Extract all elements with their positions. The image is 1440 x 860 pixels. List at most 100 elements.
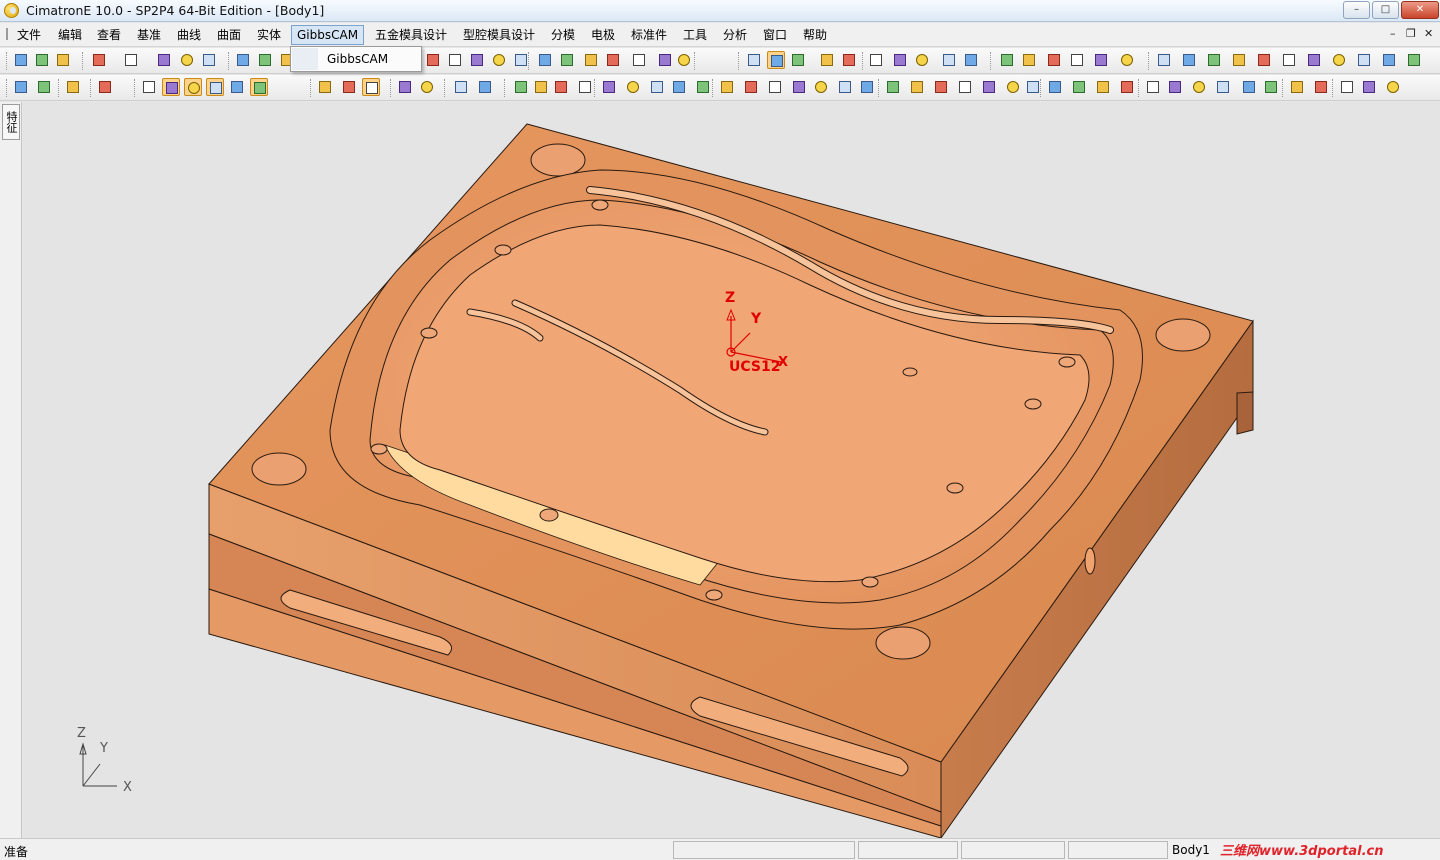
- tb1-tool-button[interactable]: [1355, 51, 1373, 69]
- menu-curve[interactable]: 曲线: [172, 25, 206, 45]
- tb2-tool-button[interactable]: [1338, 78, 1356, 96]
- tb2-tool-button[interactable]: [1144, 78, 1162, 96]
- tb2-tool-button[interactable]: [1070, 78, 1088, 96]
- menu-solid[interactable]: 实体: [252, 25, 286, 45]
- tb1-tool-button[interactable]: [818, 51, 836, 69]
- tb1-tool-button[interactable]: [913, 51, 931, 69]
- tb1-tool-button[interactable]: [867, 51, 885, 69]
- tb2-tool-button[interactable]: [670, 78, 688, 96]
- menu-edit[interactable]: 编辑: [53, 25, 87, 45]
- tb1-tool-button[interactable]: [424, 51, 442, 69]
- tb1-tool-button[interactable]: [490, 51, 508, 69]
- tb1-tool-button[interactable]: [604, 51, 622, 69]
- tb2-tool-button[interactable]: [1004, 78, 1022, 96]
- tb2-tool-button[interactable]: [932, 78, 950, 96]
- tb2-tool-button[interactable]: [956, 78, 974, 96]
- tb2-tool-button[interactable]: [718, 78, 736, 96]
- tb1-tool-button[interactable]: [1068, 51, 1086, 69]
- tb1-tool-button[interactable]: [1092, 51, 1110, 69]
- tb1-tool-button[interactable]: [1020, 51, 1038, 69]
- tb1-tool-button[interactable]: [656, 51, 674, 69]
- menu-parting[interactable]: 分模: [546, 25, 580, 45]
- tb2-tool-button[interactable]: [858, 78, 876, 96]
- tb1-tool-button[interactable]: [1205, 51, 1223, 69]
- tb1-tool-button[interactable]: [1330, 51, 1348, 69]
- tb2-tool-button[interactable]: [1262, 78, 1280, 96]
- tb1-tool-button[interactable]: [1305, 51, 1323, 69]
- tb2-tool-button[interactable]: [766, 78, 784, 96]
- tb1-tool-button[interactable]: [789, 51, 807, 69]
- tb1-tool-button[interactable]: [745, 51, 763, 69]
- tb1-tool-button[interactable]: [12, 51, 30, 69]
- tb1-tool-button[interactable]: [891, 51, 909, 69]
- tb2-tool-button[interactable]: [648, 78, 666, 96]
- tb2-tool-button[interactable]: [1094, 78, 1112, 96]
- tb2-tool-button[interactable]: [12, 78, 30, 96]
- dropdown-item-gibbscam[interactable]: GibbsCAM: [327, 52, 388, 66]
- menu-surface[interactable]: 曲面: [212, 25, 246, 45]
- tb2-tool-button[interactable]: [742, 78, 760, 96]
- menu-datum[interactable]: 基准: [132, 25, 166, 45]
- tb1-tool-button[interactable]: [558, 51, 576, 69]
- menu-help[interactable]: 帮助: [798, 25, 832, 45]
- tb1-tool-button[interactable]: [1380, 51, 1398, 69]
- tb2-tool-button[interactable]: [694, 78, 712, 96]
- tb2-tool-button[interactable]: [812, 78, 830, 96]
- tb2-tool-button[interactable]: [790, 78, 808, 96]
- tb2-tool-button[interactable]: [836, 78, 854, 96]
- tb1-tool-button[interactable]: [767, 51, 785, 69]
- tb2-tool-button[interactable]: [228, 78, 246, 96]
- tb1-tool-button[interactable]: [178, 51, 196, 69]
- tb2-tool-button[interactable]: [1118, 78, 1136, 96]
- feature-tab[interactable]: 特征: [2, 104, 20, 140]
- tb1-tool-button[interactable]: [962, 51, 980, 69]
- tb1-tool-button[interactable]: [1405, 51, 1423, 69]
- menu-file[interactable]: 文件: [12, 25, 46, 45]
- menu-mold-design[interactable]: 型腔模具设计: [458, 25, 540, 45]
- tb2-tool-button[interactable]: [418, 78, 436, 96]
- tb1-tool-button[interactable]: [33, 51, 51, 69]
- tb1-tool-button[interactable]: [122, 51, 140, 69]
- tb1-tool-button[interactable]: [840, 51, 858, 69]
- tb2-tool-button[interactable]: [532, 78, 550, 96]
- menu-die-design[interactable]: 五金模具设计: [370, 25, 452, 45]
- tb1-tool-button[interactable]: [54, 51, 72, 69]
- tb2-tool-button[interactable]: [206, 78, 224, 96]
- tb2-tool-button[interactable]: [476, 78, 494, 96]
- tb2-tool-button[interactable]: [452, 78, 470, 96]
- tb2-tool-button[interactable]: [162, 78, 180, 96]
- tb1-tool-button[interactable]: [1118, 51, 1136, 69]
- tb2-tool-button[interactable]: [340, 78, 358, 96]
- tb2-tool-button[interactable]: [1214, 78, 1232, 96]
- tb2-tool-button[interactable]: [1312, 78, 1330, 96]
- mdi-restore-button[interactable]: ❐: [1406, 27, 1416, 40]
- tb2-tool-button[interactable]: [184, 78, 202, 96]
- tb2-tool-button[interactable]: [1288, 78, 1306, 96]
- menu-view[interactable]: 查看: [92, 25, 126, 45]
- tb2-tool-button[interactable]: [624, 78, 642, 96]
- tb2-tool-button[interactable]: [512, 78, 530, 96]
- tb2-tool-button[interactable]: [1190, 78, 1208, 96]
- tb1-tool-button[interactable]: [1180, 51, 1198, 69]
- minimize-button[interactable]: –: [1343, 1, 1370, 19]
- tb1-tool-button[interactable]: [630, 51, 648, 69]
- tb1-tool-button[interactable]: [582, 51, 600, 69]
- tb1-tool-button[interactable]: [256, 51, 274, 69]
- tb1-tool-button[interactable]: [200, 51, 218, 69]
- tb2-tool-button[interactable]: [1360, 78, 1378, 96]
- tb1-tool-button[interactable]: [90, 51, 108, 69]
- tb1-tool-button[interactable]: [468, 51, 486, 69]
- tb2-tool-button[interactable]: [980, 78, 998, 96]
- tb1-tool-button[interactable]: [1155, 51, 1173, 69]
- tb1-tool-button[interactable]: [940, 51, 958, 69]
- graphics-viewport[interactable]: Z Y X UCS12 Z Y X: [23, 102, 1440, 838]
- tb2-tool-button[interactable]: [362, 78, 380, 96]
- menu-gibbscam[interactable]: GibbsCAM: [291, 25, 365, 45]
- tb2-tool-button[interactable]: [316, 78, 334, 96]
- tb2-tool-button[interactable]: [1046, 78, 1064, 96]
- tb1-tool-button[interactable]: [1255, 51, 1273, 69]
- tb2-tool-button[interactable]: [1166, 78, 1184, 96]
- tb1-tool-button[interactable]: [1230, 51, 1248, 69]
- maximize-button[interactable]: □: [1372, 1, 1399, 19]
- tb2-tool-button[interactable]: [396, 78, 414, 96]
